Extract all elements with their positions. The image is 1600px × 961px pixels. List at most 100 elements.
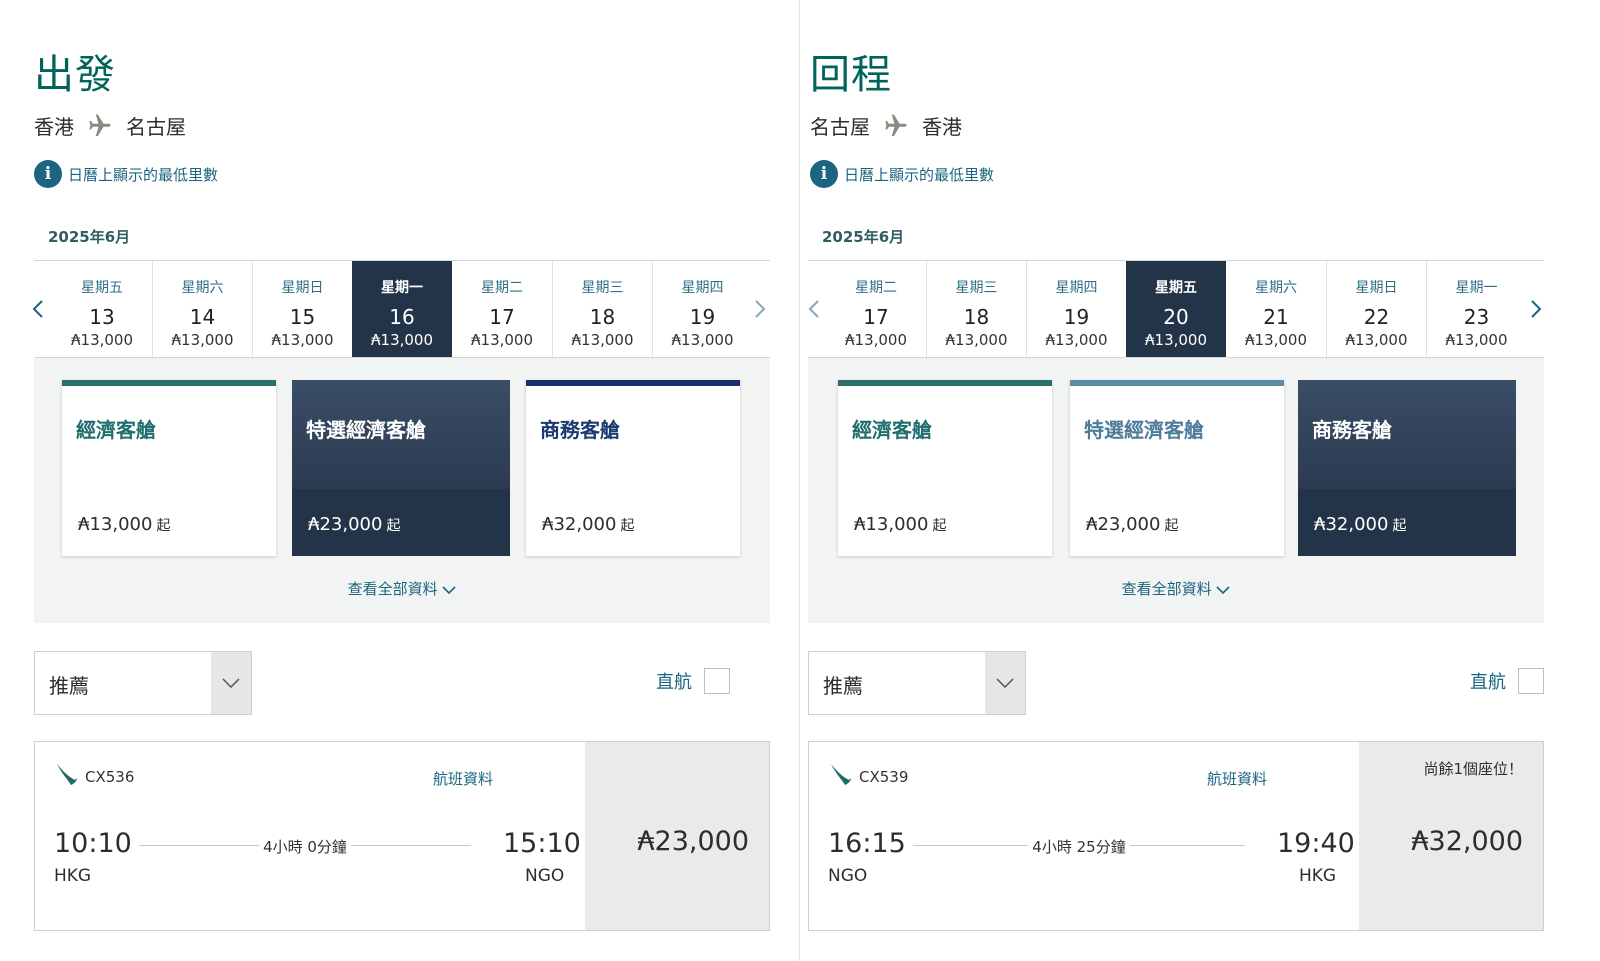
date-cell[interactable]: 星期六 21 ₳13,000 — [1226, 261, 1326, 357]
nonstop-checkbox[interactable] — [1518, 668, 1544, 694]
sort-dropdown-toggle[interactable] — [985, 652, 1025, 714]
flight-info-link[interactable]: 航班資料 — [433, 768, 493, 789]
date-cell[interactable]: 星期五 13 ₳13,000 — [52, 261, 152, 357]
calendar-info-note: i 日曆上顯示的最低里數 — [810, 160, 994, 188]
date-cell[interactable]: 星期二 17 ₳13,000 — [826, 261, 926, 357]
sort-dropdown[interactable]: 推薦 — [808, 651, 1026, 715]
date-day: 22 — [1363, 305, 1390, 329]
flight-duration: 4小時 0分鐘 — [139, 836, 471, 857]
cabin-name: 經濟客艙 — [76, 418, 156, 442]
seats-remaining-note: 尚餘1個座位！ — [1423, 760, 1523, 778]
route-origin: 香港 — [34, 114, 74, 139]
date-price: ₳13,000 — [171, 331, 234, 349]
date-price: ₳13,000 — [370, 331, 434, 349]
cabin-name: 商務客艙 — [1312, 418, 1392, 442]
flight-price-box[interactable]: ₳23,000 — [585, 742, 769, 930]
date-day: 20 — [1163, 305, 1189, 329]
date-day: 16 — [389, 305, 415, 329]
nonstop-filter[interactable]: 直航 — [656, 668, 730, 694]
sort-dropdown[interactable]: 推薦 — [34, 651, 252, 715]
route-origin: 名古屋 — [810, 114, 870, 139]
nonstop-filter[interactable]: 直航 — [1470, 668, 1544, 694]
flight-price-box[interactable]: 尚餘1個座位！ ₳32,000 — [1359, 742, 1543, 930]
date-weekday: 星期日 — [281, 280, 324, 296]
date-weekday: 星期三 — [581, 280, 624, 296]
chevron-down-icon — [442, 585, 456, 594]
date-day: 21 — [1263, 305, 1289, 329]
date-cell[interactable]: 星期六 14 ₳13,000 — [152, 261, 252, 357]
flight-card[interactable]: CX539 航班資料 16:15 NGO 4小時 25分鐘 19:40 HKG … — [808, 741, 1544, 931]
see-all-label: 查看全部資料 — [347, 580, 438, 598]
info-icon[interactable]: i — [34, 160, 62, 188]
date-strip: 星期二 17 ₳13,000 星期三 18 ₳13,000 星期四 19 ₳13,000 星… — [826, 261, 1526, 357]
date-weekday: 星期三 — [955, 280, 998, 296]
cabin-accent-bar — [526, 380, 740, 386]
date-cell[interactable]: 星期日 22 ₳13,000 — [1326, 261, 1426, 357]
departure-time: 16:15 — [828, 828, 906, 859]
date-weekday: 星期二 — [481, 280, 523, 296]
date-day: 17 — [489, 305, 515, 329]
chevron-left-icon — [32, 300, 43, 318]
calendar-prev-button[interactable] — [30, 296, 46, 322]
date-cell-selected[interactable]: 星期五 20 ₳13,000 — [1126, 261, 1226, 357]
sort-value: 推薦 — [823, 674, 863, 698]
see-all-details-link[interactable]: 查看全部資料 — [808, 578, 1544, 599]
month-label: 2025年6月 — [48, 228, 131, 246]
date-cell[interactable]: 星期三 18 ₳13,000 — [552, 261, 652, 357]
date-day: 19 — [1063, 305, 1090, 329]
date-price: ₳13,000 — [271, 331, 334, 349]
cabin-price-suffix: 起 — [156, 518, 171, 534]
sort-dropdown-toggle[interactable] — [211, 652, 251, 714]
date-weekday: 星期六 — [1255, 280, 1297, 296]
date-weekday: 星期一 — [1455, 280, 1498, 296]
departure-airport: NGO — [828, 866, 868, 886]
calendar-next-button[interactable] — [752, 296, 768, 322]
cabin-price-value: ₳32,000 — [1314, 514, 1389, 535]
date-strip: 星期五 13 ₳13,000 星期六 14 ₳13,000 星期日 15 ₳13,000 星… — [52, 261, 752, 357]
cabin-card-business[interactable]: 商務客艙 ₳32,000 起 — [526, 380, 740, 556]
see-all-details-link[interactable]: 查看全部資料 — [34, 578, 770, 599]
flight-duration: 4小時 25分鐘 — [913, 836, 1245, 857]
cabin-price-value: ₳32,000 — [542, 514, 617, 535]
cabin-accent-bar — [1070, 380, 1284, 386]
cabin-price-suffix: 起 — [386, 518, 401, 534]
calendar-prev-button[interactable] — [806, 296, 822, 322]
cabin-card-premium-economy[interactable]: 特選經濟客艙 ₳23,000 起 — [1070, 380, 1284, 556]
cabin-card-premium-economy[interactable]: 特選經濟客艙 ₳23,000 起 — [292, 380, 510, 556]
cabin-price: ₳13,000 起 — [78, 514, 170, 535]
cabin-price: ₳13,000 起 — [854, 514, 946, 535]
cabin-card-economy[interactable]: 經濟客艙 ₳13,000 起 — [838, 380, 1052, 556]
date-cell[interactable]: 星期一 23 ₳13,000 — [1426, 261, 1526, 357]
nonstop-label: 直航 — [656, 672, 692, 693]
date-price: ₳13,000 — [571, 331, 634, 349]
flight-info-link[interactable]: 航班資料 — [1207, 768, 1267, 789]
date-cell-selected[interactable]: 星期一 16 ₳13,000 — [352, 261, 452, 357]
inbound-route: 名古屋 香港 — [810, 110, 962, 140]
date-cell[interactable]: 星期日 15 ₳13,000 — [252, 261, 352, 357]
date-day: 17 — [863, 305, 889, 329]
date-weekday: 星期二 — [855, 280, 897, 296]
calendar-next-button[interactable] — [1528, 296, 1544, 322]
inbound-panel: 回程 名古屋 香港 i 日曆上顯示的最低里數 2025年6月 星期二 17 ₳13,… — [800, 0, 1560, 961]
arrival-time: 19:40 — [1277, 828, 1355, 859]
date-weekday: 星期一 — [381, 280, 423, 296]
inbound-title: 回程 — [810, 52, 892, 98]
date-weekday: 星期日 — [1355, 280, 1398, 296]
nonstop-checkbox[interactable] — [704, 668, 730, 694]
date-day: 14 — [189, 305, 216, 329]
departure-airport: HKG — [54, 866, 92, 886]
cabin-price: ₳23,000 起 — [1086, 514, 1178, 535]
info-icon[interactable]: i — [810, 160, 838, 188]
date-cell[interactable]: 星期二 17 ₳13,000 — [452, 261, 552, 357]
date-cell[interactable]: 星期四 19 ₳13,000 — [652, 261, 752, 357]
cabin-card-economy[interactable]: 經濟客艙 ₳13,000 起 — [62, 380, 276, 556]
flight-number: CX539 — [859, 768, 909, 786]
cabin-price-value: ₳13,000 — [78, 514, 153, 535]
date-cell[interactable]: 星期三 18 ₳13,000 — [926, 261, 1026, 357]
arrival-time: 15:10 — [503, 828, 581, 859]
outbound-route: 香港 名古屋 — [34, 110, 186, 140]
cabin-card-business[interactable]: 商務客艙 ₳32,000 起 — [1298, 380, 1516, 556]
date-cell[interactable]: 星期四 19 ₳13,000 — [1026, 261, 1126, 357]
sort-value: 推薦 — [49, 674, 89, 698]
flight-card[interactable]: CX536 航班資料 10:10 HKG 4小時 0分鐘 15:10 NGO ₳… — [34, 741, 770, 931]
